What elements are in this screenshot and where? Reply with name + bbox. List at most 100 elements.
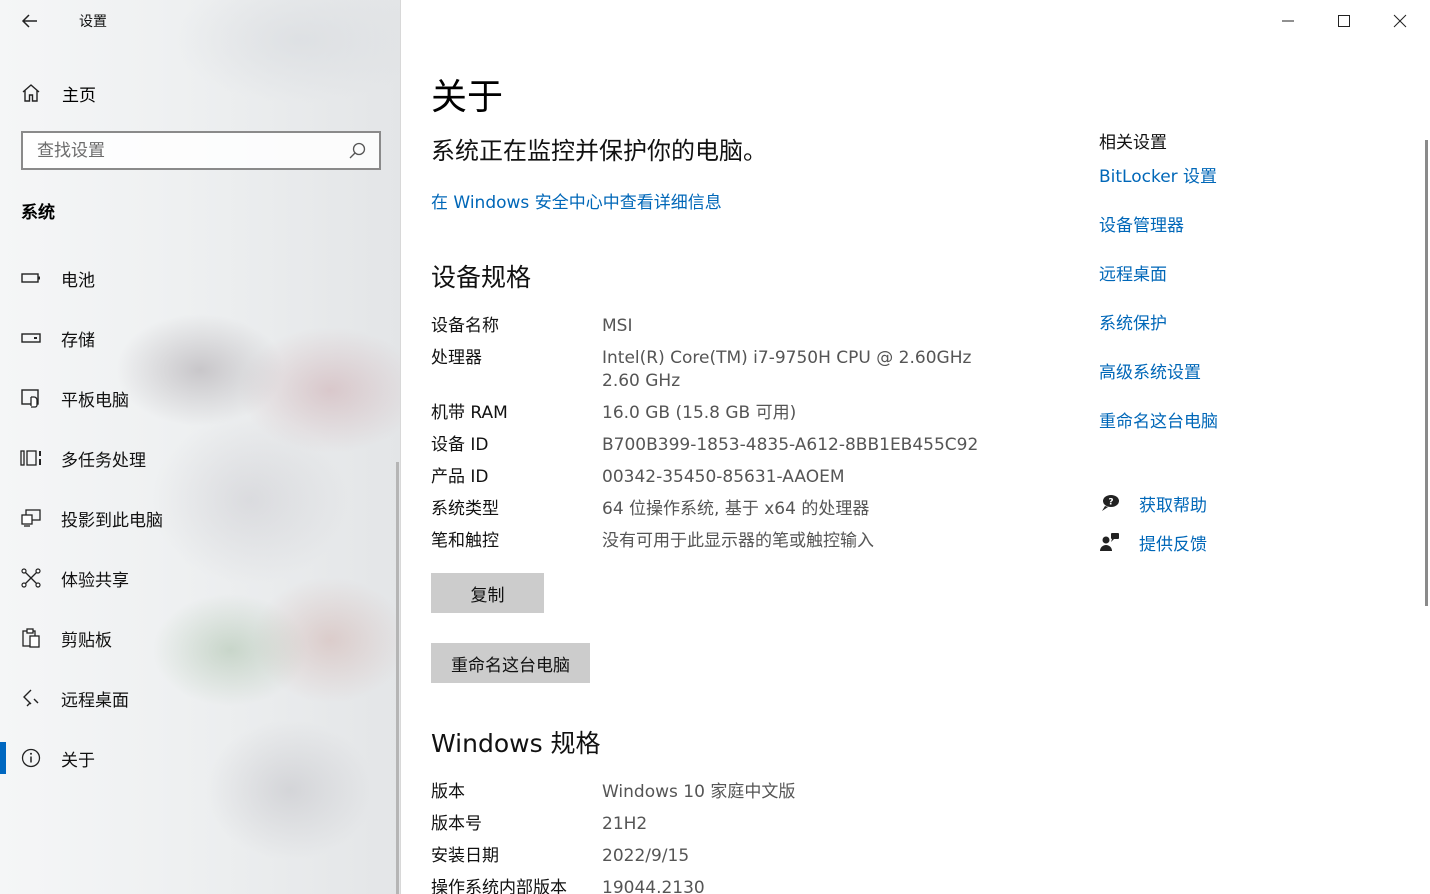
spec-row-device-name: 设备名称 MSI [431,315,991,338]
spec-row-system-type: 系统类型 64 位操作系统, 基于 x64 的处理器 [431,498,991,521]
device-specs-table: 设备名称 MSI 处理器 Intel(R) Core(TM) i7-9750H … [431,315,991,562]
storage-icon [20,327,42,349]
copy-button[interactable]: 复制 [431,573,544,613]
sidebar-item-label: 存储 [61,330,95,351]
windows-specs-heading: Windows 规格 [431,729,601,758]
sidebar-item-label: 剪贴板 [61,630,112,651]
spec-value: Windows 10 家庭中文版 [602,782,796,802]
info-icon [20,747,42,769]
windows-specs-table: 版本 Windows 10 家庭中文版 版本号 21H2 安装日期 2022/9… [431,781,991,894]
spec-row-pen-touch: 笔和触控 没有可用于此显示器的笔或触控输入 [431,530,991,553]
search-icon[interactable] [345,139,369,163]
bitlocker-settings-link[interactable]: BitLocker 设置 [1099,165,1399,214]
spec-row-install-date: 安装日期 2022/9/15 [431,845,991,868]
close-icon [1393,14,1407,28]
search-input[interactable] [23,133,345,168]
device-specs-heading: 设备规格 [431,263,532,292]
spec-value: 64 位操作系统, 基于 x64 的处理器 [602,499,870,519]
sidebar-item-storage[interactable]: 存储 [0,308,400,368]
spec-row-processor: 处理器 Intel(R) Core(TM) i7-9750H CPU @ 2.6… [431,347,991,393]
spec-value: MSI [602,316,633,336]
main-content: 关于 系统正在监控并保护你的电脑。 在 Windows 安全中心中查看详细信息 … [401,0,1430,894]
minimize-icon [1282,20,1294,22]
spec-key: 操作系统内部版本 [431,878,567,894]
sidebar-item-label: 多任务处理 [61,450,146,471]
projecting-icon [20,507,42,529]
shared-experiences-icon [20,567,42,589]
rename-pc-link[interactable]: 重命名这台电脑 [1099,410,1399,459]
device-manager-link[interactable]: 设备管理器 [1099,214,1399,263]
sidebar-item-label: 远程桌面 [61,690,129,711]
spec-value: 00342-35450-85631-AAOEM [602,467,845,487]
spec-key: 系统类型 [431,499,499,519]
feedback-person-icon [1100,533,1119,551]
battery-icon [20,267,42,289]
spec-row-ram: 机带 RAM 16.0 GB (15.8 GB 可用) [431,402,991,425]
help-chat-icon: ? [1102,495,1119,511]
sidebar-home-label: 主页 [62,85,96,106]
spec-value: 没有可用于此显示器的笔或触控输入 [602,531,874,551]
spec-row-product-id: 产品 ID 00342-35450-85631-AAOEM [431,466,991,489]
sidebar-item-projecting[interactable]: 投影到此电脑 [0,488,400,548]
search-box[interactable] [21,131,381,170]
spec-key: 设备 ID [431,435,489,455]
spec-row-version: 版本号 21H2 [431,813,991,836]
main-scrollbar[interactable] [1425,140,1428,606]
minimize-button[interactable] [1260,0,1316,42]
advanced-system-settings-link[interactable]: 高级系统设置 [1099,361,1399,410]
spec-key: 版本 [431,782,465,802]
sidebar-item-tablet[interactable]: 平板电脑 [0,368,400,428]
spec-key: 设备名称 [431,316,499,336]
sidebar-scrollbar[interactable] [396,462,399,894]
get-help-link[interactable]: ? 获取帮助 [1099,490,1399,516]
home-icon [22,84,40,102]
page-title: 关于 [431,77,504,118]
spec-key: 处理器 [431,348,482,368]
sidebar-item-label: 平板电脑 [61,390,129,411]
spec-key: 产品 ID [431,467,489,487]
sidebar-item-shared-experiences[interactable]: 体验共享 [0,548,400,608]
related-settings: 相关设置 BitLocker 设置 设备管理器 远程桌面 系统保护 高级系统设置… [1099,128,1399,459]
sidebar-item-battery[interactable]: 电池 [0,248,400,308]
sidebar-item-about[interactable]: 关于 [0,728,400,788]
spec-key: 安装日期 [431,846,499,866]
spec-row-device-id: 设备 ID B700B399-1853-4835-A612-8BB1EB455C… [431,434,991,457]
spec-row-os-build: 操作系统内部版本 19044.2130 [431,877,991,894]
svg-text:?: ? [1108,498,1113,508]
multitasking-icon [20,447,42,469]
sidebar-section-title: 系统 [21,203,55,223]
maximize-icon [1338,15,1350,27]
remote-desktop-icon [20,687,42,709]
sidebar-item-label: 体验共享 [61,570,129,591]
tablet-icon [20,387,42,409]
sidebar-home[interactable]: 主页 [20,80,96,106]
maximize-button[interactable] [1316,0,1372,42]
sidebar-item-remote-desktop[interactable]: 远程桌面 [0,668,400,728]
remote-desktop-link[interactable]: 远程桌面 [1099,263,1399,312]
sidebar-item-label: 投影到此电脑 [61,510,163,531]
get-help-label: 获取帮助 [1139,495,1207,516]
security-center-link[interactable]: 在 Windows 安全中心中查看详细信息 [431,188,722,213]
spec-value: 21H2 [602,814,648,834]
give-feedback-link[interactable]: 提供反馈 [1099,529,1399,555]
system-protection-link[interactable]: 系统保护 [1099,312,1399,361]
rename-pc-button[interactable]: 重命名这台电脑 [431,643,590,683]
sidebar-item-label: 关于 [61,750,95,771]
spec-key: 版本号 [431,814,482,834]
sidebar-nav: 电池 存储 平板电脑 多任务处理 投影到此电脑 体验共享 剪贴板 远程桌面 关于 [0,248,400,788]
protection-status: 系统正在监控并保护你的电脑。 [431,137,767,165]
spec-value: B700B399-1853-4835-A612-8BB1EB455C92 [602,435,979,455]
back-button[interactable] [18,8,44,34]
sidebar-item-multitasking[interactable]: 多任务处理 [0,428,400,488]
spec-value: Intel(R) Core(TM) i7-9750H CPU @ 2.60GHz… [602,348,988,391]
clipboard-icon [20,627,42,649]
close-button[interactable] [1372,0,1428,42]
spec-value: 16.0 GB (15.8 GB 可用) [602,403,797,423]
window-title: 设置 [79,14,107,30]
sidebar-item-clipboard[interactable]: 剪贴板 [0,608,400,668]
back-arrow-icon [21,14,37,28]
spec-row-edition: 版本 Windows 10 家庭中文版 [431,781,991,804]
related-settings-title: 相关设置 [1099,133,1167,153]
sidebar: 设置 主页 系统 电池 存储 平板 [0,0,401,894]
sidebar-item-label: 电池 [61,270,95,291]
